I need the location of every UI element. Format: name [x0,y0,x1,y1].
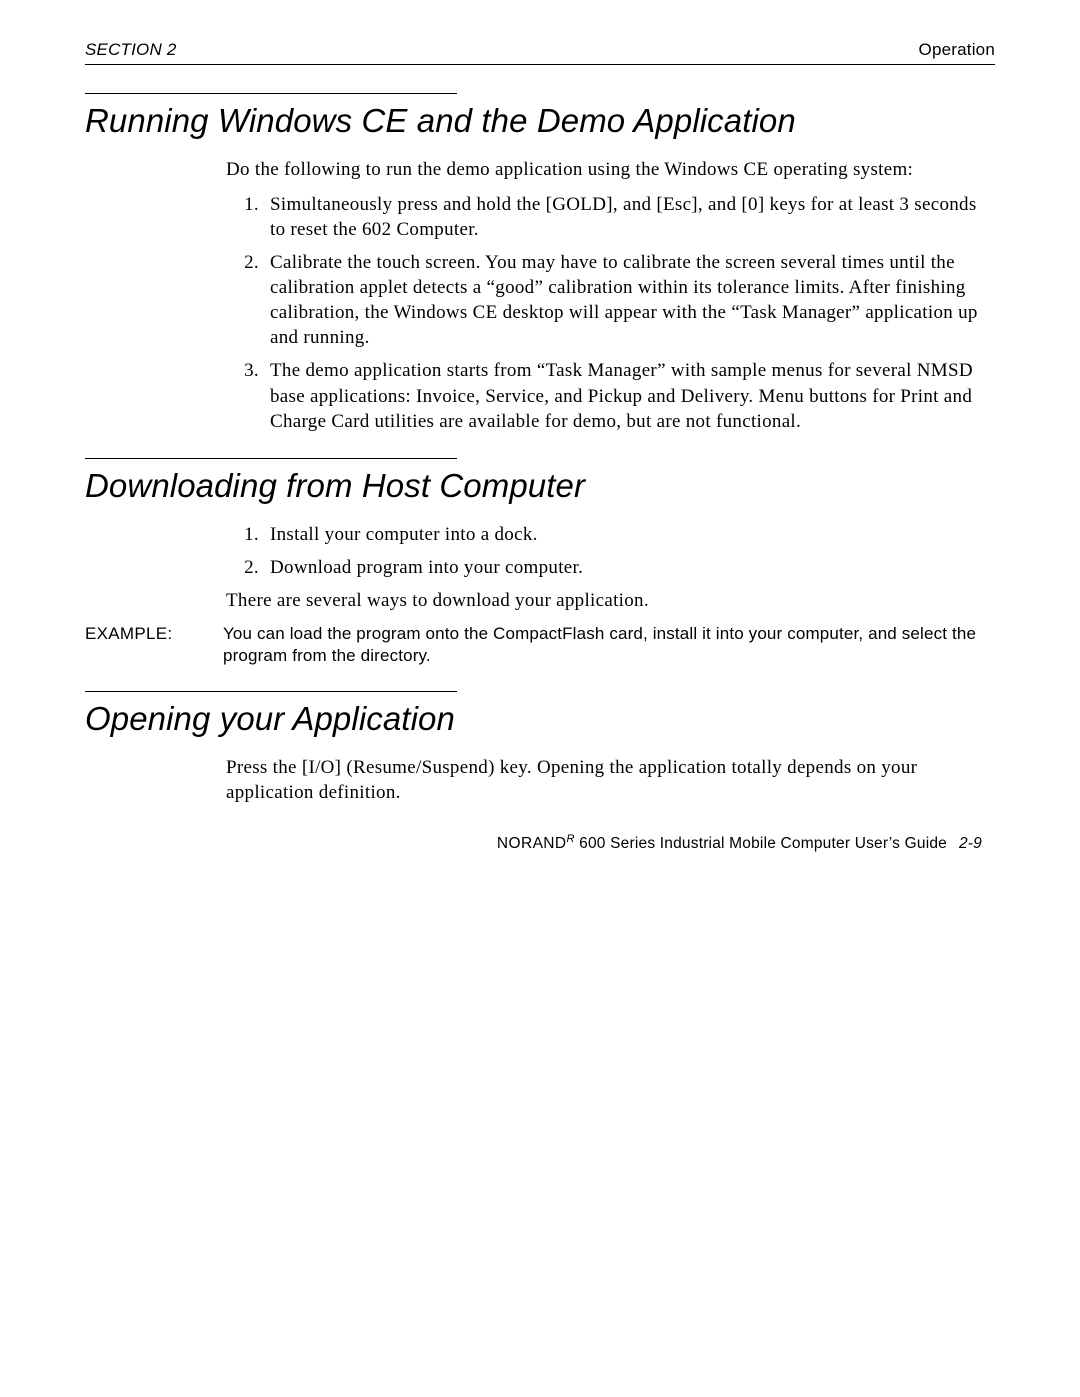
footer-page-number: 2-9 [959,835,982,852]
example-row: EXAMPLE: You can load the program onto t… [85,623,982,667]
ordered-list: Simultaneously press and hold the [GOLD]… [226,192,982,434]
list-item: Download program into your computer. [264,555,982,580]
section-rule [85,93,457,94]
list-item: Calibrate the touch screen. You may have… [264,250,982,350]
section-body: There are several ways to download your … [226,588,982,613]
paragraph: There are several ways to download your … [226,588,982,613]
footer-brand: NORAND [497,835,567,852]
example-body: You can load the program onto the Compac… [223,623,982,667]
section-heading-running-windows-ce: Running Windows CE and the Demo Applicat… [85,102,995,141]
section-rule [85,458,457,459]
list-item: Simultaneously press and hold the [GOLD]… [264,192,982,242]
ordered-list: Install your computer into a dock. Downl… [226,522,982,580]
list-item: The demo application starts from “Task M… [264,358,982,433]
header-left: SECTION 2 [85,40,177,60]
list-item: Install your computer into a dock. [264,522,982,547]
example-label: EXAMPLE: [85,623,223,667]
section-rule [85,691,457,692]
page-footer: NORANDR 600 Series Industrial Mobile Com… [0,833,982,853]
document-page: SECTION 2 Operation Running Windows CE a… [0,0,1080,853]
paragraph: Do the following to run the demo applica… [226,157,982,182]
footer-text: 600 Series Industrial Mobile Computer Us… [575,835,947,852]
section-heading-opening: Opening your Application [85,700,995,739]
header-right: Operation [919,40,995,60]
section-heading-downloading: Downloading from Host Computer [85,467,995,506]
section-body: Do the following to run the demo applica… [226,157,982,182]
paragraph: Press the [I/O] (Resume/Suspend) key. Op… [226,755,982,805]
header-rule [85,64,995,65]
footer-trademark: R [567,833,575,845]
running-header: SECTION 2 Operation [85,40,995,60]
section-body: Press the [I/O] (Resume/Suspend) key. Op… [226,755,982,805]
